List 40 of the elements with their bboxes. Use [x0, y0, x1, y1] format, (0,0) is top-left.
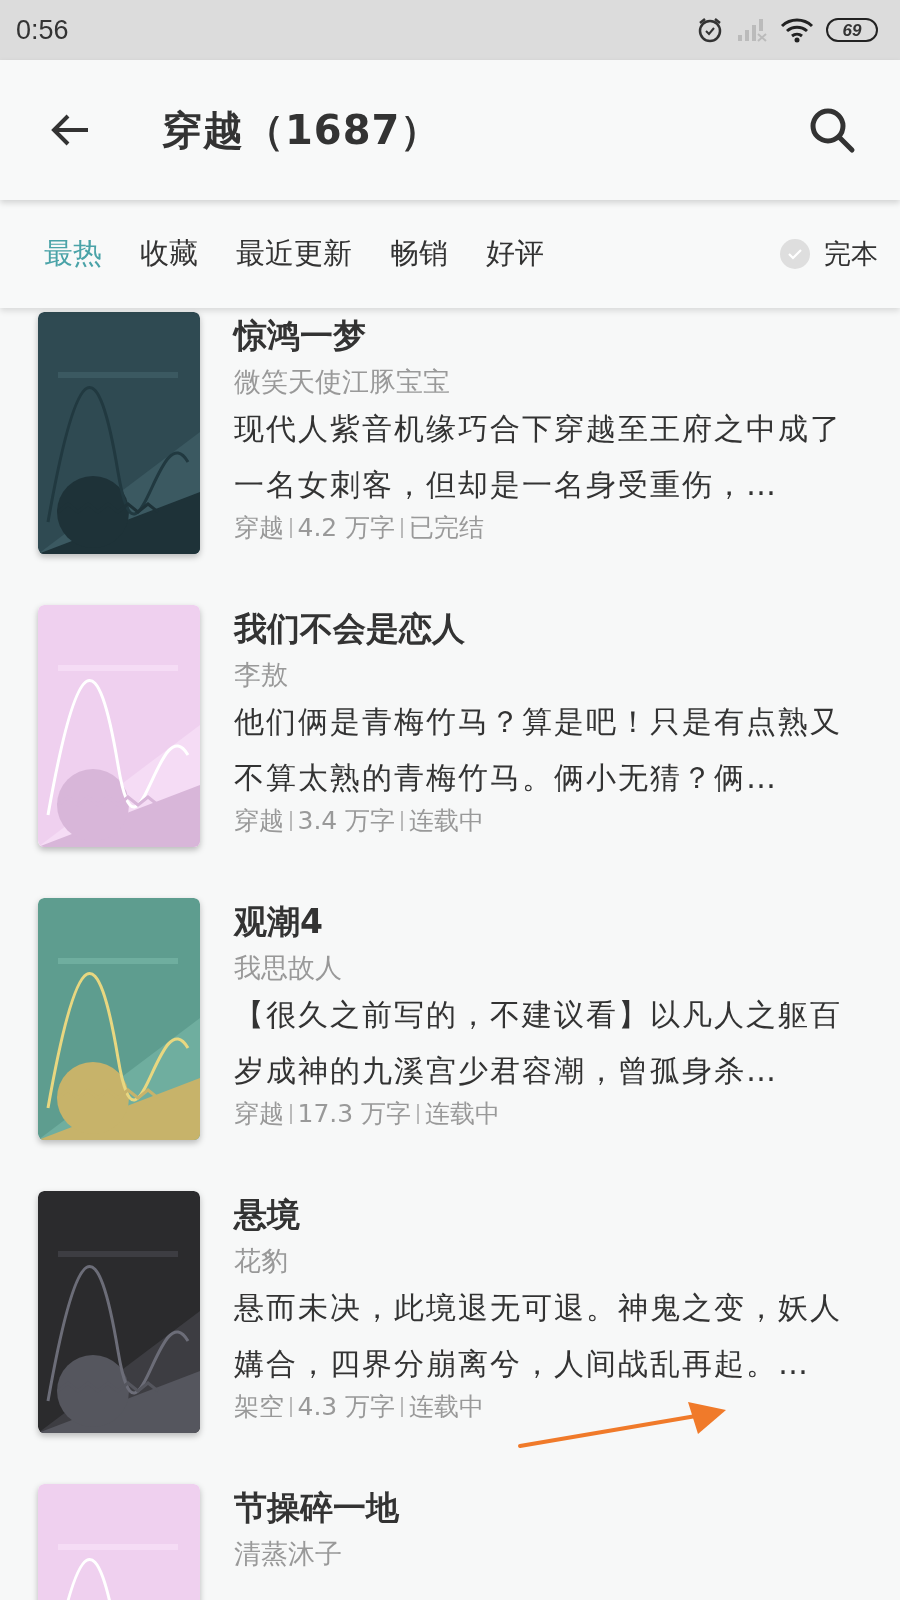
book-title[interactable]: 我们不会是恋人: [234, 606, 862, 652]
book-title[interactable]: 节操碎一地: [234, 1485, 862, 1531]
book-author: 花豹: [234, 1244, 289, 1278]
book-title[interactable]: 悬境: [234, 1192, 862, 1238]
page-title: 穿越（1687）: [162, 105, 443, 155]
sort-tab[interactable]: 畅销: [382, 234, 456, 274]
book-description: 悬而未决，此境退无可退。神鬼之变，妖人媾合，四界分崩离兮，人间战乱再起。…: [234, 1289, 843, 1383]
finished-filter[interactable]: 完本: [780, 236, 878, 272]
book-description: 【很久之前写的，不建议看】以凡人之躯百岁成神的九溪宫少君容潮，曾孤身杀…: [234, 996, 843, 1090]
book-info: 已完结: [408, 512, 484, 544]
book-author: 我思故人: [234, 951, 343, 985]
book-info: 穿越: [234, 1098, 284, 1130]
book-title[interactable]: 观潮4: [234, 899, 862, 945]
book-info: 3.4 万字: [297, 805, 396, 837]
book-info: 穿越: [234, 512, 284, 544]
book-description: 他们俩是青梅竹马？算是吧！只是有点熟又不算太熟的青梅竹马。俩小无猜？俩…: [234, 703, 843, 797]
book-author: 微笑天使江豚宝宝: [234, 365, 451, 399]
search-icon[interactable]: [808, 106, 856, 154]
alarm-icon: [696, 16, 724, 44]
book-info: 4.3 万字: [297, 1391, 396, 1423]
battery-level-text: 69: [842, 21, 862, 39]
book-description: 现代人紫音机缘巧合下穿越至王府之中成了一名女刺客，但却是一名身受重伤，…: [234, 410, 843, 504]
book-info: 连载中: [408, 805, 484, 837]
book-info: 17.3 万字: [297, 1098, 412, 1130]
book-info: 架空: [234, 1391, 284, 1423]
sort-tab[interactable]: 好评: [478, 234, 552, 274]
clock-time: 0:56: [16, 14, 69, 46]
book-info: 4.2 万字: [297, 512, 396, 544]
book-info: 连载中: [424, 1098, 500, 1130]
book-author: 清蒸沐子: [234, 1537, 343, 1571]
book-author: 李敖: [234, 658, 289, 692]
book-info: 连载中: [408, 1391, 484, 1423]
wifi-icon: [780, 17, 814, 43]
book-info: 穿越: [234, 805, 284, 837]
book-title[interactable]: 惊鸿一梦: [234, 313, 862, 359]
back-arrow-icon[interactable]: [50, 112, 90, 148]
finished-label: 完本: [824, 237, 878, 271]
signal-icon: [736, 17, 768, 43]
sort-tab[interactable]: 收藏: [132, 234, 206, 274]
sort-tab[interactable]: 最近更新: [228, 234, 360, 274]
